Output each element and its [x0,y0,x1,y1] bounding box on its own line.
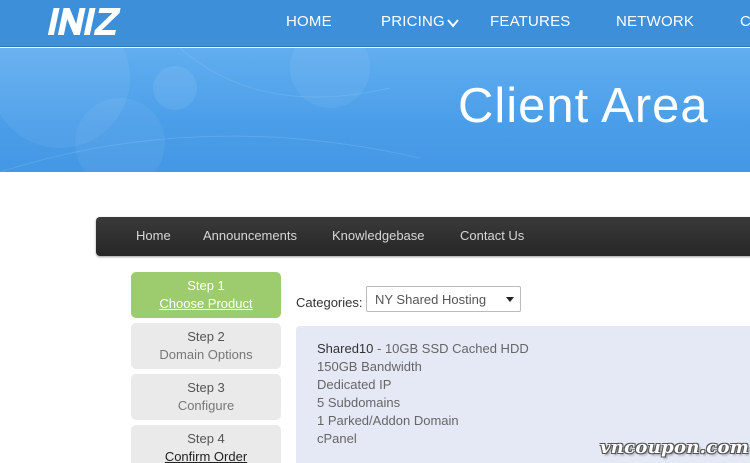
client-nav-home[interactable]: Home [136,228,171,243]
product-description: - 10GB SSD Cached HDD [373,341,529,356]
step-confirm-order[interactable]: Step 4 Confirm Order [131,425,281,463]
step-number: Step 4 [187,431,225,446]
page-title: Client Area [458,79,709,133]
hero-banner: Client Area [0,48,750,172]
step-label: Domain Options [159,347,253,362]
product-name: Shared10 [317,341,374,356]
categories-label: Categories: [296,295,363,310]
client-nav-contact-us[interactable]: Contact Us [460,228,524,243]
nav-home[interactable]: HOME [286,13,332,30]
product-feature: Dedicated IP [317,377,392,392]
step-label[interactable]: Confirm Order [131,449,281,463]
product-feature: 150GB Bandwidth [317,359,422,374]
nav-network[interactable]: NETWORK [616,13,694,30]
nav-pricing[interactable]: PRICING [381,13,445,30]
step-domain-options[interactable]: Step 2 Domain Options [131,323,281,369]
categories-select[interactable]: NY Shared Hosting [366,286,521,312]
client-area-nav: Home Announcements Knowledgebase Contact… [96,217,750,256]
nav-features[interactable]: FEATURES [490,13,571,30]
step-label[interactable]: Choose Product [131,296,281,311]
product-feature: cPanel [317,431,357,446]
product-feature: 1 Parked/Addon Domain [317,413,459,428]
watermark: vncoupon.com [600,437,750,458]
step-configure[interactable]: Step 3 Configure [131,374,281,420]
step-number: Step 1 [187,278,225,293]
top-navigation-bar: HOME PRICING FEATURES NETWORK C [0,0,750,47]
step-number: Step 3 [187,380,225,395]
iniz-logo[interactable] [44,6,124,38]
client-nav-announcements[interactable]: Announcements [203,228,297,243]
categories-selected-value: NY Shared Hosting [375,292,487,307]
product-feature: 5 Subdomains [317,395,401,410]
nav-next-cut-off[interactable]: C [740,13,750,30]
step-choose-product[interactable]: Step 1 Choose Product [131,272,281,318]
product-title: Shared10 - 10GB SSD Cached HDD [317,341,529,356]
step-number: Step 2 [187,329,225,344]
client-nav-knowledgebase[interactable]: Knowledgebase [332,228,425,243]
step-label: Configure [177,398,235,413]
dropdown-arrow-icon [506,297,514,302]
chevron-down-icon[interactable] [446,15,460,31]
